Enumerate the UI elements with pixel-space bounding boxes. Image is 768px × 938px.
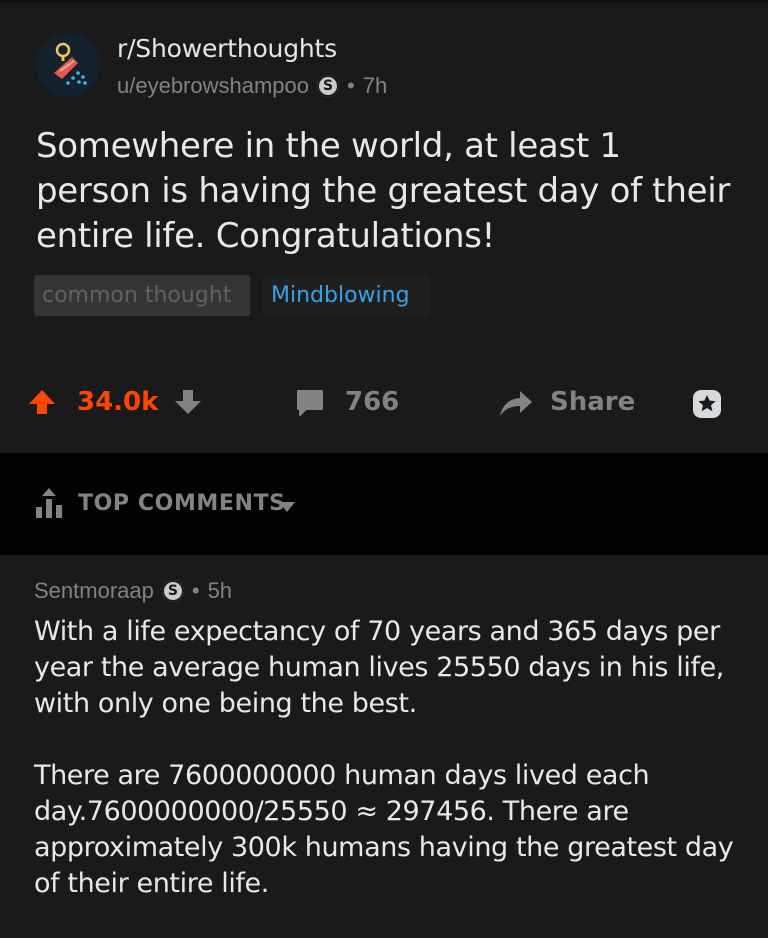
meta-separator: •	[191, 578, 200, 603]
subreddit-name[interactable]: r/Showerthoughts	[117, 34, 337, 63]
award-badge-icon[interactable]: S	[161, 580, 184, 602]
vote-score: 34.0k	[77, 387, 159, 417]
shower-icon	[36, 33, 100, 97]
post-title[interactable]: Somewhere in the world, at least 1 perso…	[36, 124, 736, 259]
post-action-bar: 34.0k 766 Share	[0, 380, 768, 426]
comment-sort-bar[interactable]: TOP COMMENTS	[0, 453, 768, 555]
chevron-down-icon[interactable]	[277, 499, 297, 513]
arrow-down-icon[interactable]	[174, 388, 202, 416]
comment-paragraph: With a life expectancy of 70 years and 3…	[34, 616, 724, 719]
sort-top-icon	[34, 488, 68, 520]
comment-paragraph: There are 7600000000 human days lived ea…	[34, 760, 734, 899]
arrow-up-icon[interactable]	[28, 388, 56, 416]
comment-time: 5h	[207, 578, 233, 603]
comment-body: With a life expectancy of 70 years and 3…	[34, 614, 754, 938]
flair-common-thought[interactable]: common thought	[34, 275, 250, 316]
comments-count[interactable]: 766	[345, 387, 399, 417]
post-meta: u/eyebrowshampoo S • 7h	[117, 73, 387, 99]
post-time: 7h	[362, 73, 388, 98]
top-divider	[0, 0, 768, 3]
share-arrow-icon[interactable]	[498, 388, 534, 418]
sort-label[interactable]: TOP COMMENTS	[78, 491, 286, 516]
comment-author[interactable]: Sentmoraap	[34, 578, 154, 604]
award-icon[interactable]	[691, 388, 723, 420]
share-button[interactable]: Share	[550, 387, 635, 417]
flair-mindblowing[interactable]: Mindblowing	[263, 275, 430, 316]
award-badge-icon[interactable]: S	[317, 75, 340, 97]
post-author[interactable]: u/eyebrowshampoo	[117, 73, 309, 99]
comment-bubble-icon[interactable]	[295, 388, 325, 418]
meta-separator: •	[347, 73, 355, 98]
subreddit-avatar[interactable]	[36, 33, 100, 97]
comment-meta: Sentmoraap S • 5h	[34, 578, 232, 604]
